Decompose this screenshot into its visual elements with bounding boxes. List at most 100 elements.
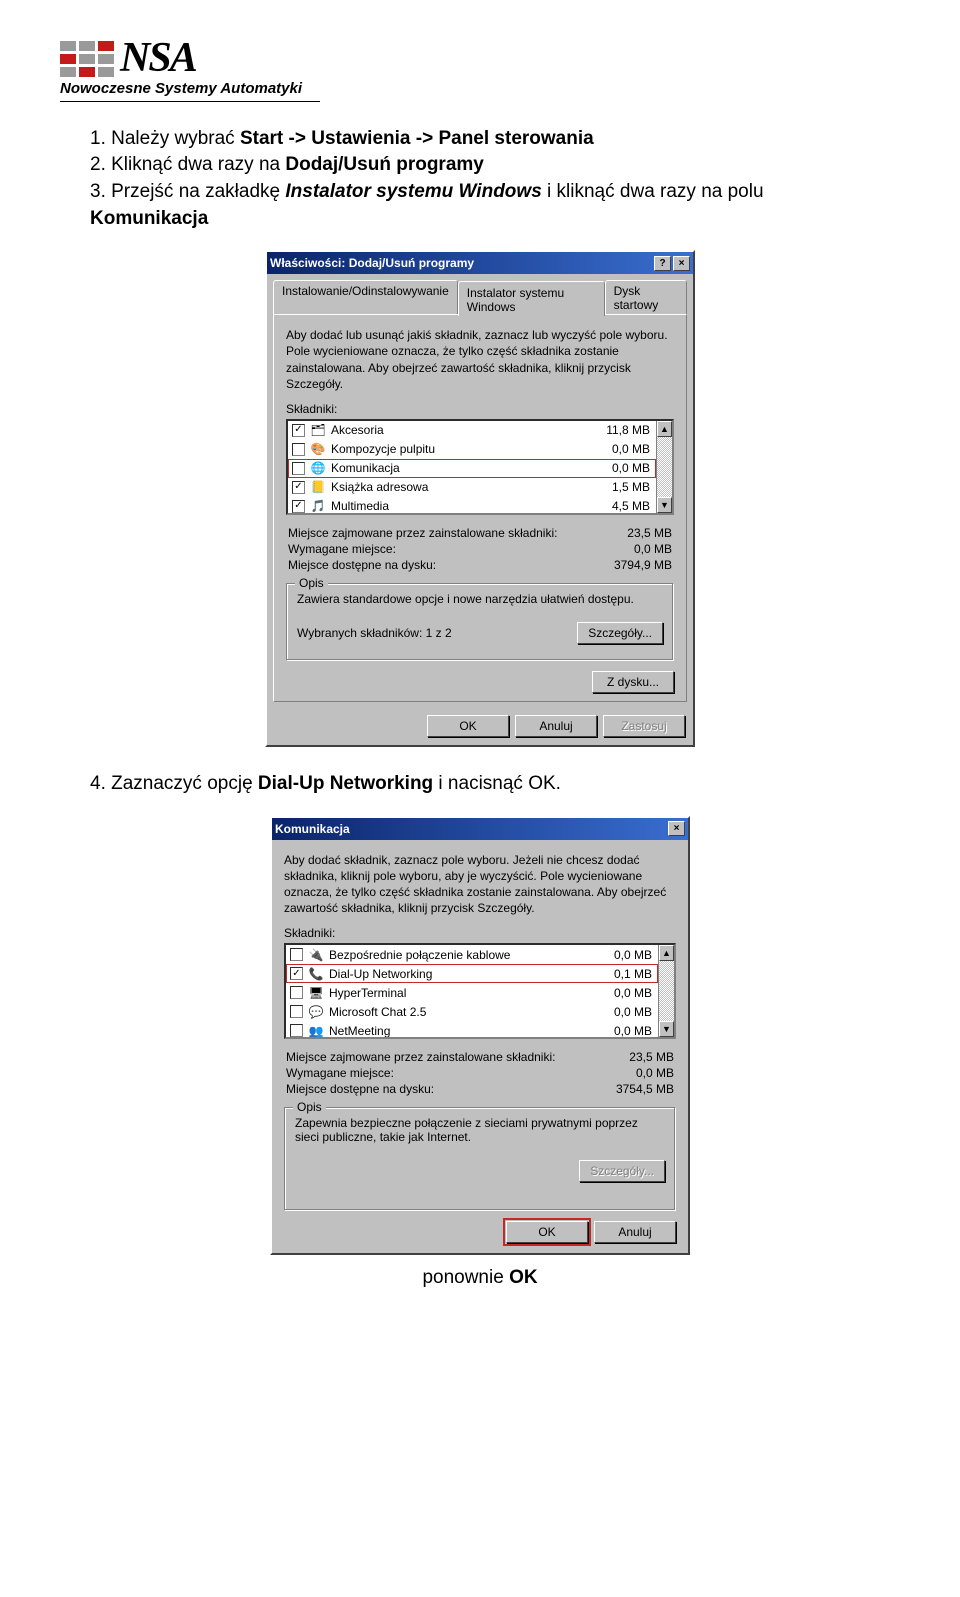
component-size: 0,0 MB (588, 442, 652, 456)
apply-button[interactable]: Zastosuj (603, 715, 685, 737)
component-label: Multimedia (331, 499, 583, 513)
list-item[interactable]: ✓📒Książka adresowa1,5 MB (288, 478, 656, 497)
step4-bold: Dial-Up Networking (258, 773, 433, 794)
list-item[interactable]: ✓ 🎵 Multimedia 4,5 MB (288, 497, 656, 513)
checkbox[interactable] (290, 948, 303, 961)
list-item[interactable]: 🎨 Kompozycje pulpitu 0,0 MB (288, 440, 656, 459)
details-button-2[interactable]: Szczegóły... (579, 1160, 665, 1182)
component-label: HyperTerminal (329, 986, 585, 1000)
description-legend: Opis (295, 576, 328, 590)
space-info-2: Miejsce zajmowane przez zainstalowane sk… (284, 1049, 676, 1097)
dialog-title-2: Komunikacja (275, 822, 350, 836)
description-fieldset: Opis Zawiera standardowe opcje i nowe na… (286, 583, 674, 661)
list-item[interactable]: ✓📞Dial-Up Networking0,1 MB (286, 964, 658, 983)
component-size: 0,0 MB (590, 1024, 654, 1038)
tabs: Instalowanie/Odinstalowywanie Instalator… (267, 274, 693, 315)
step3-bold: Komunikacja (90, 208, 208, 229)
checkbox[interactable] (290, 1024, 303, 1037)
component-size: 0,0 MB (588, 461, 652, 475)
checkbox[interactable] (292, 443, 305, 456)
components-listbox-2[interactable]: 🔌Bezpośrednie połączenie kablowe0,0 MB✓📞… (284, 943, 676, 1039)
cancel-button[interactable]: Anuluj (515, 715, 597, 737)
scroll-down-icon[interactable]: ▼ (657, 497, 672, 513)
help-button[interactable]: ? (654, 256, 671, 271)
scroll-track[interactable] (657, 437, 672, 497)
list-item[interactable]: 🌐Komunikacja0,0 MB (288, 459, 656, 478)
space-info: Miejsce zajmowane przez zainstalowane sk… (286, 525, 674, 573)
checkbox[interactable] (290, 1005, 303, 1018)
free-space-value-2: 3754,5 MB (616, 1082, 674, 1096)
component-label: Bezpośrednie połączenie kablowe (329, 948, 585, 962)
component-icon: 🗂 (310, 423, 326, 437)
component-label: Kompozycje pulpitu (331, 442, 583, 456)
description-legend-2: Opis (293, 1100, 326, 1114)
step3-text-c: i kliknąć dwa razy na polu (542, 181, 764, 202)
component-size: 0,0 MB (590, 986, 654, 1000)
component-icon: 🎵 (310, 499, 326, 513)
list-item[interactable]: 🖥 HyperTerminal 0,0 MB (286, 983, 658, 1002)
components-label: Składniki: (286, 402, 674, 416)
logo-squares-icon (60, 41, 114, 77)
list-item[interactable]: 🔌Bezpośrednie połączenie kablowe0,0 MB (286, 945, 658, 964)
ok-button-2[interactable]: OK (506, 1221, 588, 1243)
checkbox[interactable] (290, 986, 303, 999)
dialog-buttons-2: OK Anuluj (284, 1211, 676, 1245)
checkbox[interactable] (292, 462, 305, 475)
used-space-label-2: Miejsce zajmowane przez zainstalowane sk… (286, 1050, 555, 1064)
step4-text-a: 4. Zaznaczyć opcję (90, 773, 258, 794)
details-button[interactable]: Szczegóły... (577, 622, 663, 644)
tab-install-uninstall[interactable]: Instalowanie/Odinstalowywanie (273, 280, 458, 315)
panel-description: Aby dodać lub usunąć jakiś składnik, zaz… (286, 327, 674, 392)
component-icon: 🖥 (308, 986, 324, 1000)
component-icon: 🎨 (310, 442, 326, 456)
close-button[interactable]: × (673, 256, 690, 271)
scroll-down-icon-2[interactable]: ▼ (659, 1021, 674, 1037)
titlebar-2: Komunikacja × (272, 818, 688, 840)
used-space-label: Miejsce zajmowane przez zainstalowane sk… (288, 526, 557, 540)
checkbox[interactable]: ✓ (292, 481, 305, 494)
component-label: Microsoft Chat 2.5 (329, 1005, 585, 1019)
component-label: NetMeeting (329, 1024, 585, 1038)
step2-bold: Dodaj/Usuń programy (285, 154, 483, 175)
checkbox[interactable]: ✓ (290, 967, 303, 980)
required-space-label: Wymagane miejsce: (288, 542, 396, 556)
dialog-add-remove-programs: Właściwości: Dodaj/Usuń programy ? × Ins… (265, 250, 695, 747)
tab-startup-disk[interactable]: Dysk startowy (605, 280, 687, 315)
titlebar: Właściwości: Dodaj/Usuń programy ? × (267, 252, 693, 274)
component-size: 4,5 MB (588, 499, 652, 513)
required-space-value-2: 0,0 MB (636, 1066, 674, 1080)
listbox-items-2: 🔌Bezpośrednie połączenie kablowe0,0 MB✓📞… (286, 945, 658, 1037)
step3-text-a: 3. Przejść na zakładkę (90, 181, 285, 202)
scrollbar-2[interactable]: ▲ ▼ (658, 945, 674, 1037)
listbox-items: ✓🗂Akcesoria11,8 MB🎨Kompozycje pulpitu0,0… (288, 421, 656, 513)
from-disk-button[interactable]: Z dysku... (592, 671, 674, 693)
component-icon: 🔌 (308, 948, 324, 962)
component-size: 0,0 MB (590, 1005, 654, 1019)
cancel-button-2[interactable]: Anuluj (594, 1221, 676, 1243)
list-item[interactable]: 👥NetMeeting0,0 MB (286, 1021, 658, 1037)
scroll-up-icon-2[interactable]: ▲ (659, 945, 674, 961)
scrollbar[interactable]: ▲ ▼ (656, 421, 672, 513)
ok-button[interactable]: OK (427, 715, 509, 737)
checkbox[interactable]: ✓ (292, 500, 305, 513)
step1-text: 1. Należy wybrać (90, 128, 240, 149)
components-label-2: Składniki: (284, 926, 676, 940)
tab-panel: Aby dodać lub usunąć jakiś składnik, zaz… (273, 314, 687, 702)
logo-rule (60, 101, 320, 102)
list-item[interactable]: ✓🗂Akcesoria11,8 MB (288, 421, 656, 440)
components-listbox[interactable]: ✓🗂Akcesoria11,8 MB🎨Kompozycje pulpitu0,0… (286, 419, 674, 515)
tab-windows-setup[interactable]: Instalator systemu Windows (458, 281, 605, 316)
logo-text: NSA (120, 40, 196, 78)
close-button-2[interactable]: × (668, 821, 685, 836)
logo-subtitle: Nowoczesne Systemy Automatyki (60, 80, 900, 97)
step2-text: 2. Kliknąć dwa razy na (90, 154, 285, 175)
list-item[interactable]: 💬Microsoft Chat 2.50,0 MB (286, 1002, 658, 1021)
scroll-up-icon[interactable]: ▲ (657, 421, 672, 437)
checkbox[interactable]: ✓ (292, 424, 305, 437)
component-label: Dial-Up Networking (329, 967, 585, 981)
dialog-komunikacja: Komunikacja × Aby dodać składnik, zaznac… (270, 816, 690, 1256)
used-space-value: 23,5 MB (627, 526, 672, 540)
footer-line: ponownie OK (60, 1267, 900, 1289)
component-size: 0,1 MB (590, 967, 654, 981)
scroll-track-2[interactable] (659, 961, 674, 1021)
